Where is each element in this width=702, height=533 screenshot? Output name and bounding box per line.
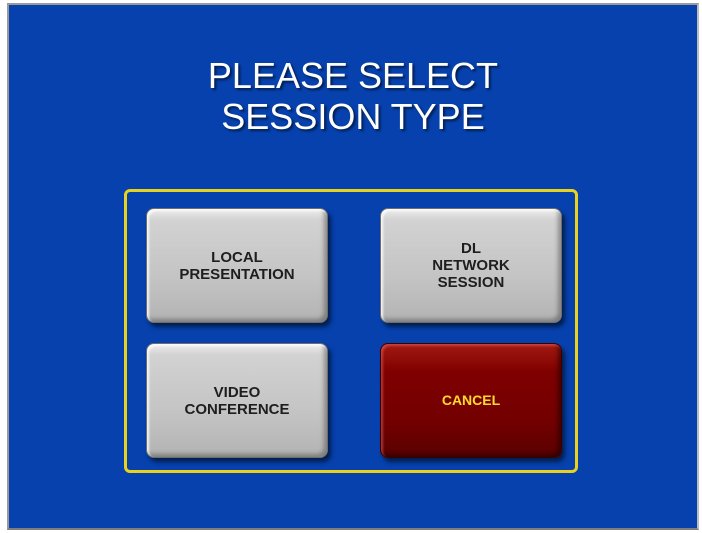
- dl-network-session-label-line-2: NETWORK: [432, 257, 510, 274]
- local-presentation-label-line-1: LOCAL: [211, 248, 263, 266]
- page-title: PLEASE SELECT SESSION TYPE: [9, 55, 697, 137]
- dl-network-session-button[interactable]: DL NETWORK SESSION: [380, 208, 562, 323]
- cancel-button[interactable]: CANCEL: [380, 343, 562, 458]
- video-conference-label-line-2: CONFERENCE: [184, 400, 290, 418]
- video-conference-label-line-1: VIDEO: [213, 383, 261, 401]
- title-line-1: PLEASE SELECT: [207, 55, 499, 96]
- title-line-2: SESSION TYPE: [221, 96, 485, 137]
- cancel-label-text: CANCEL: [441, 392, 501, 408]
- video-conference-label: VIDEO CONFERENCE: [176, 384, 297, 418]
- video-conference-button[interactable]: VIDEO CONFERENCE: [146, 343, 328, 458]
- touch-panel-screen: PLEASE SELECT SESSION TYPE LOCAL PRESENT…: [0, 0, 702, 533]
- dl-network-session-label: DL NETWORK SESSION: [424, 240, 518, 291]
- local-presentation-label-line-2: PRESENTATION: [179, 265, 295, 283]
- cancel-label: CANCEL: [434, 392, 508, 409]
- dl-network-session-label-line-3: SESSION: [437, 274, 505, 291]
- local-presentation-label: LOCAL PRESENTATION: [171, 249, 302, 283]
- local-presentation-button[interactable]: LOCAL PRESENTATION: [146, 208, 328, 323]
- dl-network-session-label-line-1: DL: [461, 240, 481, 257]
